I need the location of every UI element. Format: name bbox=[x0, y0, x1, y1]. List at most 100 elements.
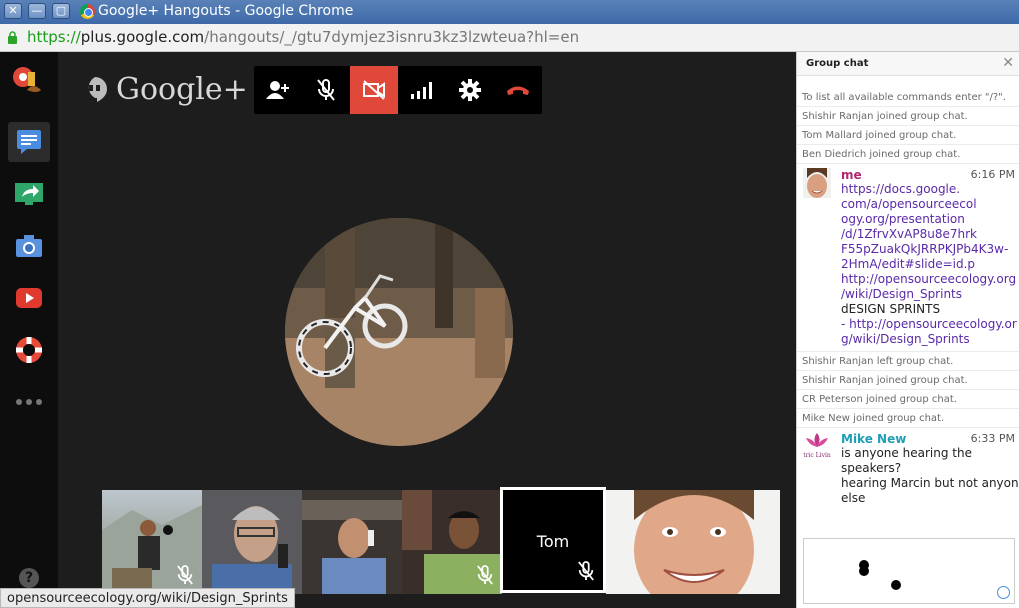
mute-mic-icon bbox=[317, 79, 335, 101]
message-link[interactable]: http://opensourceecology.org bbox=[841, 272, 1016, 287]
turn-camera-off-button[interactable] bbox=[350, 66, 398, 114]
message-text: hearing Marcin but not anyone bbox=[841, 476, 1019, 490]
system-message: CR Peterson joined group chat. bbox=[797, 390, 1019, 409]
emoji-icon[interactable] bbox=[997, 586, 1010, 599]
logo-text: Google+ bbox=[116, 72, 248, 107]
effects-icon bbox=[13, 67, 41, 92]
more-icon bbox=[16, 399, 42, 405]
youtube-icon bbox=[16, 288, 42, 308]
message-text: dESIGN SPRINTS bbox=[841, 302, 941, 316]
participant-name: Tom bbox=[536, 532, 570, 551]
camera-icon bbox=[16, 235, 42, 257]
invite-people-button[interactable] bbox=[254, 66, 302, 114]
lotus-logo-icon bbox=[806, 433, 828, 447]
window-title: Google+ Hangouts - Google Chrome bbox=[98, 3, 354, 19]
window-maximize-button[interactable]: ▢ bbox=[52, 3, 70, 19]
url-host: plus.google.com bbox=[80, 28, 205, 46]
participant-video-6 bbox=[606, 490, 780, 594]
message-link[interactable]: ogy.org/presentation bbox=[841, 212, 1014, 227]
message-text: is anyone hearing the bbox=[841, 446, 972, 460]
message-text: speakers? bbox=[841, 461, 902, 475]
hangouts-icon bbox=[88, 76, 107, 102]
main-speaker-video[interactable] bbox=[285, 218, 513, 446]
chat-message: tric Livin Mike New 6:33 PM is anyone he… bbox=[797, 428, 1019, 510]
message-link[interactable]: - http://opensourceecology.or bbox=[841, 317, 1017, 332]
chat-messages: To list all available commands enter "/?… bbox=[797, 88, 1019, 510]
help-app-button[interactable] bbox=[8, 330, 50, 370]
participant-thumb-tom[interactable]: Tom bbox=[500, 487, 606, 593]
help-glyph: ? bbox=[24, 570, 34, 586]
youtube-app-button[interactable] bbox=[8, 278, 50, 318]
message-link[interactable]: https://docs.google. bbox=[841, 182, 1014, 197]
address-bar[interactable]: https://plus.google.com/hangouts/_/gtu7d… bbox=[0, 24, 1019, 52]
window-minimize-button[interactable]: — bbox=[28, 3, 46, 19]
system-message: Tom Mallard joined group chat. bbox=[797, 126, 1019, 145]
help-lifebuoy-icon bbox=[16, 337, 42, 363]
system-message: To list all available commands enter "/?… bbox=[797, 88, 1019, 107]
message-link[interactable]: F55pZuakQkJRRPKJPb4K3w- bbox=[841, 242, 1014, 257]
bandwidth-icon bbox=[411, 82, 432, 99]
system-message: Shishir Ranjan left group chat. bbox=[797, 352, 1019, 371]
settings-button[interactable] bbox=[446, 66, 494, 114]
participant-thumb-1[interactable] bbox=[102, 490, 202, 594]
participant-thumb-2[interactable] bbox=[202, 490, 302, 594]
google-plus-logo: Google+ bbox=[82, 72, 248, 107]
muted-mic-icon bbox=[477, 565, 493, 585]
hang-up-button[interactable] bbox=[494, 66, 542, 114]
participant-video-2 bbox=[202, 490, 302, 594]
avatar bbox=[803, 168, 831, 198]
url-path: /hangouts/_/gtu7dymjez3isnru3kz3lzwteua?… bbox=[204, 28, 580, 46]
chat-message: me 6:16 PM https://docs.google. com/a/op… bbox=[797, 164, 1019, 352]
system-message: Shishir Ranjan joined group chat. bbox=[797, 107, 1019, 126]
avatar: tric Livin bbox=[803, 432, 831, 462]
bandwidth-button[interactable] bbox=[398, 66, 446, 114]
hangout-toolbar bbox=[254, 66, 542, 114]
avatar-caption: tric Livin bbox=[803, 452, 831, 459]
message-link[interactable]: 2HmA/edit#slide=id.p bbox=[841, 257, 1014, 272]
app-rail: ? bbox=[0, 52, 58, 608]
invite-icon bbox=[266, 81, 289, 99]
participant-thumb-4[interactable] bbox=[402, 490, 502, 594]
hangout-stage: Google+ Tom bbox=[58, 52, 796, 608]
window-close-button[interactable]: ✕ bbox=[4, 3, 22, 19]
message-link[interactable]: /d/1ZfrvXvAP8u8e7hrk bbox=[841, 227, 1014, 242]
message-link[interactable]: /wiki/Design_Sprints bbox=[841, 287, 1014, 302]
participant-thumb-3[interactable] bbox=[302, 490, 402, 594]
link-status-bar: opensourceecology.org/wiki/Design_Sprint… bbox=[0, 588, 295, 608]
group-chat-panel: Group chat ✕ To list all available comma… bbox=[796, 52, 1019, 608]
screenshare-app-button[interactable] bbox=[8, 174, 50, 214]
chat-app-button[interactable] bbox=[8, 122, 50, 162]
chat-header: Group chat ✕ bbox=[797, 52, 1019, 76]
chat-close-icon[interactable]: ✕ bbox=[1002, 55, 1014, 71]
message-time: 6:16 PM bbox=[970, 168, 1015, 181]
system-message: Ben Diedrich joined group chat. bbox=[797, 145, 1019, 164]
url-text[interactable]: https://plus.google.com/hangouts/_/gtu7d… bbox=[27, 28, 579, 46]
message-link[interactable]: g/wiki/Design_Sprints bbox=[841, 332, 1014, 347]
message-text: else bbox=[841, 491, 866, 505]
muted-mic-icon bbox=[177, 565, 193, 585]
participant-thumb-6[interactable] bbox=[606, 490, 780, 594]
camera-app-button[interactable] bbox=[8, 226, 50, 266]
system-message: Shishir Ranjan joined group chat. bbox=[797, 371, 1019, 390]
chat-input-content bbox=[859, 560, 901, 590]
hangup-icon bbox=[507, 86, 529, 95]
participant-video-3 bbox=[302, 490, 402, 594]
more-apps-button[interactable] bbox=[8, 382, 50, 422]
effects-app-button[interactable] bbox=[8, 62, 50, 102]
message-link[interactable]: com/a/opensourceecol bbox=[841, 197, 1014, 212]
chat-input[interactable] bbox=[803, 538, 1015, 604]
screenshare-icon bbox=[15, 183, 43, 205]
chat-title: Group chat bbox=[806, 58, 869, 69]
video-frame-image bbox=[285, 218, 513, 446]
settings-icon bbox=[459, 79, 481, 101]
mute-microphone-button[interactable] bbox=[302, 66, 350, 114]
muted-mic-icon bbox=[578, 561, 594, 581]
camera-off-icon bbox=[363, 80, 385, 100]
chrome-icon bbox=[80, 4, 95, 19]
message-time: 6:33 PM bbox=[970, 432, 1015, 445]
window-titlebar: ✕ — ▢ Google+ Hangouts - Google Chrome bbox=[0, 0, 1019, 24]
question-icon: ? bbox=[19, 568, 39, 588]
system-message: Mike New joined group chat. bbox=[797, 409, 1019, 428]
lock-icon bbox=[8, 31, 17, 44]
chat-icon bbox=[17, 130, 41, 154]
